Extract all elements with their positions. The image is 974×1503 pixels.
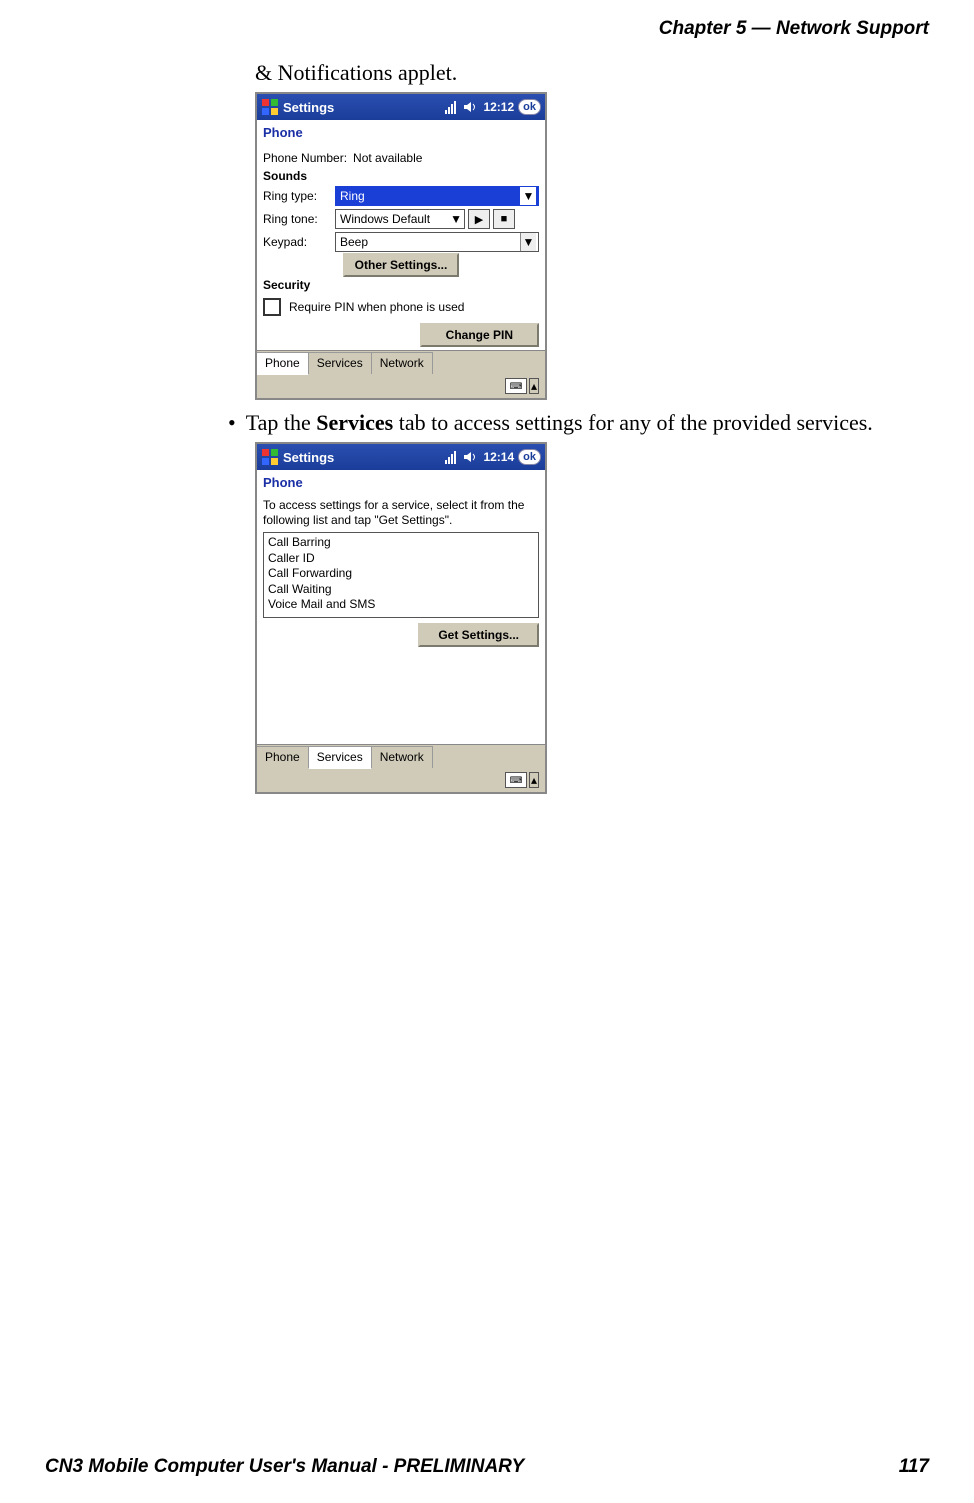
- tab-phone[interactable]: Phone: [257, 746, 309, 768]
- require-pin-checkbox[interactable]: [263, 298, 281, 316]
- chevron-down-icon[interactable]: ▼: [450, 212, 462, 226]
- signal-icon[interactable]: [445, 450, 459, 464]
- titlebar: Settings 12:14 ok: [257, 444, 545, 470]
- ring-tone-label: Ring tone:: [263, 212, 335, 226]
- phone-number-label: Phone Number:: [263, 151, 347, 165]
- page-number: 117: [899, 1456, 929, 1478]
- phone-number-value: Not available: [353, 151, 422, 165]
- window-title: Settings: [283, 100, 334, 115]
- tab-network[interactable]: Network: [372, 746, 433, 768]
- ok-button[interactable]: ok: [518, 449, 541, 465]
- windows-flag-icon[interactable]: [261, 448, 279, 466]
- app-title: Phone: [257, 470, 545, 494]
- list-item[interactable]: Call Waiting: [268, 582, 534, 598]
- clock: 12:14: [483, 450, 514, 464]
- services-listbox[interactable]: Call Barring Caller ID Call Forwarding C…: [263, 532, 539, 618]
- chevron-down-icon[interactable]: ▼: [520, 233, 536, 251]
- speaker-icon[interactable]: [463, 100, 477, 114]
- ring-tone-value: Windows Default: [340, 212, 430, 226]
- stop-icon: ■: [501, 213, 508, 225]
- bullet-item: • Tap the Services tab to access settings…: [228, 410, 945, 436]
- titlebar: Settings 12:12 ok: [257, 94, 545, 120]
- get-settings-button[interactable]: Get Settings...: [418, 623, 539, 647]
- speaker-icon[interactable]: [463, 450, 477, 464]
- bullet-bold: Services: [316, 410, 393, 435]
- app-title: Phone: [257, 120, 545, 144]
- tab-bar: Phone Services Network: [257, 744, 545, 768]
- tab-bar: Phone Services Network: [257, 350, 545, 374]
- keypad-select[interactable]: Beep ▼: [335, 232, 539, 252]
- bottom-bar: ⌨ ▴: [257, 374, 545, 398]
- keypad-label: Keypad:: [263, 235, 335, 249]
- stop-button[interactable]: ■: [493, 209, 515, 229]
- bottom-bar: ⌨ ▴: [257, 768, 545, 792]
- sounds-heading: Sounds: [263, 169, 539, 183]
- sip-arrow-icon[interactable]: ▴: [529, 378, 539, 394]
- list-item[interactable]: Call Barring: [268, 535, 534, 551]
- chevron-down-icon[interactable]: ▼: [520, 187, 536, 205]
- chapter-header: Chapter 5 — Network Support: [659, 18, 929, 40]
- windows-flag-icon[interactable]: [261, 98, 279, 116]
- ring-type-label: Ring type:: [263, 189, 335, 203]
- play-icon: ▶: [475, 213, 483, 226]
- ring-type-select[interactable]: Ring ▼: [335, 186, 539, 206]
- clock: 12:12: [483, 100, 514, 114]
- keypad-value: Beep: [340, 235, 368, 249]
- services-instruction: To access settings for a service, select…: [263, 498, 539, 528]
- tab-services[interactable]: Services: [309, 746, 372, 769]
- keyboard-icon[interactable]: ⌨: [505, 772, 527, 788]
- tab-network[interactable]: Network: [372, 352, 433, 374]
- tab-services[interactable]: Services: [309, 352, 372, 374]
- security-heading: Security: [263, 278, 539, 292]
- require-pin-label: Require PIN when phone is used: [289, 300, 464, 314]
- change-pin-button[interactable]: Change PIN: [420, 323, 539, 347]
- list-item[interactable]: Voice Mail and SMS: [268, 597, 534, 613]
- keyboard-icon[interactable]: ⌨: [505, 378, 527, 394]
- tab-phone[interactable]: Phone: [257, 352, 309, 375]
- list-item[interactable]: Call Forwarding: [268, 566, 534, 582]
- sip-arrow-icon[interactable]: ▴: [529, 772, 539, 788]
- bullet-suffix: tab to access settings for any of the pr…: [393, 410, 873, 435]
- play-button[interactable]: ▶: [468, 209, 490, 229]
- bullet-icon: •: [228, 410, 236, 435]
- ring-tone-select[interactable]: Windows Default ▼: [335, 209, 465, 229]
- ok-button[interactable]: ok: [518, 99, 541, 115]
- screenshot-phone-settings-services: Settings 12:14 ok Phone To access settin…: [255, 442, 547, 794]
- list-item[interactable]: Caller ID: [268, 551, 534, 567]
- ring-type-value: Ring: [340, 189, 365, 203]
- signal-icon[interactable]: [445, 100, 459, 114]
- other-settings-button[interactable]: Other Settings...: [343, 253, 460, 277]
- screenshot-phone-settings-sounds: Settings 12:12 ok Phone Phone Number: No…: [255, 92, 547, 400]
- bullet-prefix: Tap the: [246, 410, 317, 435]
- window-title: Settings: [283, 450, 334, 465]
- footer-manual-title: CN3 Mobile Computer User's Manual - PREL…: [45, 1456, 524, 1478]
- body-text-continuation: & Notifications applet.: [255, 60, 945, 86]
